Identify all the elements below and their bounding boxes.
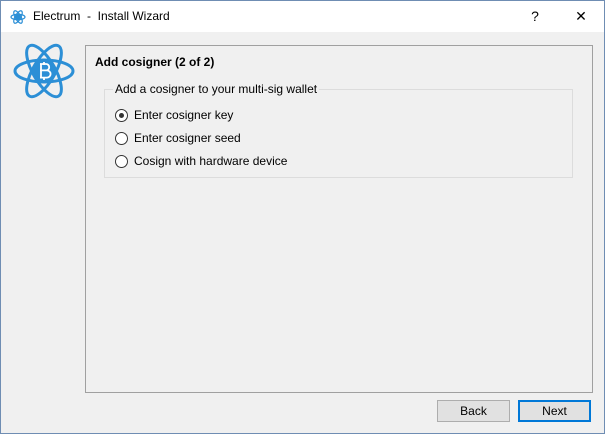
wizard-content-panel: Add cosigner (2 of 2) Add a cosigner to … [85, 45, 593, 393]
option-enter-cosigner-key[interactable]: Enter cosigner key [115, 107, 233, 123]
electrum-logo-icon [13, 43, 75, 99]
electrum-atom-icon [10, 10, 26, 24]
option-enter-cosigner-seed[interactable]: Enter cosigner seed [115, 130, 241, 146]
option-label: Cosign with hardware device [134, 154, 288, 168]
back-button[interactable]: Back [437, 400, 510, 422]
cosigner-options-group: Add a cosigner to your multi-sig wallet … [104, 82, 573, 178]
radio-button-checked[interactable] [115, 108, 128, 122]
option-label: Enter cosigner key [134, 108, 234, 122]
next-button[interactable]: Next [518, 400, 591, 422]
option-label: Enter cosigner seed [134, 131, 241, 145]
install-wizard-window: Electrum - Install Wizard ? ✕ Add cosign… [0, 0, 605, 434]
window-title: Electrum - Install Wizard [33, 9, 170, 23]
radio-button[interactable] [115, 131, 128, 145]
page-title: Add cosigner (2 of 2) [95, 55, 215, 69]
help-button[interactable]: ? [512, 1, 558, 32]
title-bar: Electrum - Install Wizard ? ✕ [1, 1, 604, 32]
group-label: Add a cosigner to your multi-sig wallet [113, 82, 320, 96]
option-cosign-hardware-device[interactable]: Cosign with hardware device [115, 153, 287, 169]
close-button[interactable]: ✕ [558, 1, 604, 32]
radio-button[interactable] [115, 154, 128, 168]
